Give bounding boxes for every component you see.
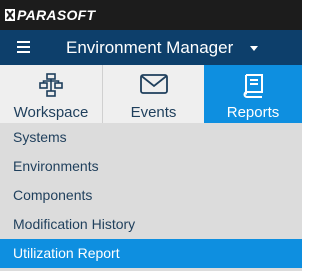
tab-events[interactable]: Events xyxy=(103,65,204,123)
tab-workspace[interactable]: Workspace xyxy=(0,65,103,123)
report-item-label: Components xyxy=(13,187,93,203)
report-item-environments[interactable]: Environments xyxy=(0,152,302,181)
tab-reports-label: Reports xyxy=(226,104,280,121)
tab-events-label: Events xyxy=(130,104,177,121)
hamburger-menu-icon[interactable] xyxy=(17,41,30,53)
book-icon xyxy=(243,74,263,98)
report-item-modification-history[interactable]: Modification History xyxy=(0,210,302,239)
report-item-label: Modification History xyxy=(13,216,136,232)
environment-manager-title[interactable]: Environment Manager xyxy=(66,38,233,58)
reports-menu: Systems Environments Components Modifica… xyxy=(0,123,302,271)
report-item-components[interactable]: Components xyxy=(0,181,302,210)
report-item-label: Environments xyxy=(13,158,99,174)
report-item-systems[interactable]: Systems xyxy=(0,123,302,152)
brand-logo-text: PARASOFT xyxy=(17,7,96,23)
parasoft-logo-icon xyxy=(5,9,15,21)
report-item-label: Systems xyxy=(13,129,67,145)
app-header: Environment Manager xyxy=(0,30,302,65)
report-item-utilization-report[interactable]: Utilization Report xyxy=(0,239,302,268)
workspace-tree-icon xyxy=(39,73,63,97)
tab-reports[interactable]: Reports xyxy=(204,65,302,123)
environment-manager-panel: PARASOFT Environment Manager Workspace E… xyxy=(0,0,302,271)
main-tabs: Workspace Events Reports xyxy=(0,65,302,123)
report-item-label: Utilization Report xyxy=(13,245,120,261)
chevron-down-icon[interactable] xyxy=(250,46,258,51)
envelope-icon xyxy=(139,74,168,94)
tab-workspace-label: Workspace xyxy=(13,104,89,121)
brand-bar: PARASOFT xyxy=(0,0,302,30)
